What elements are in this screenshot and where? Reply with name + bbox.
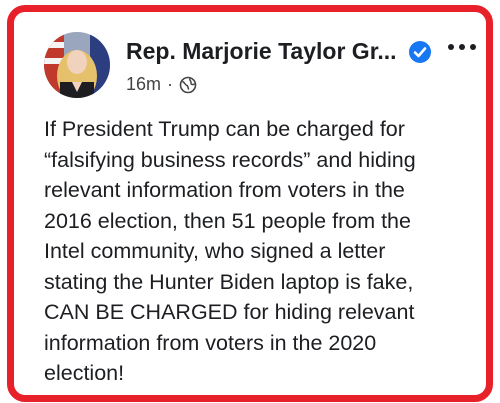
more-options-icon[interactable] [446, 34, 478, 60]
globe-icon[interactable] [179, 76, 197, 94]
post-timestamp[interactable]: 16m [126, 74, 161, 95]
post-text-line: “falsifying business records” and hiding [44, 147, 416, 172]
post-card-frame: Rep. Marjorie Taylor Gr... 16m · If Pres… [7, 5, 493, 402]
post-text-line: election! [44, 361, 125, 385]
post-text-line: relevant information from voters in the [44, 178, 405, 202]
meta-separator: · [167, 74, 174, 94]
post-header: Rep. Marjorie Taylor Gr... 16m · [44, 32, 476, 102]
avatar[interactable] [44, 32, 110, 98]
post-text-line: CAN BE CHARGED for hiding relevant [44, 300, 415, 324]
post-text-line: information from voters in the 2020 [44, 330, 377, 355]
post-text-line: 2016 election, then 51 people from the [44, 208, 411, 233]
post-text-line: If President Trump can be charged for [44, 117, 405, 141]
post-body: If President Trump can be charged for “f… [44, 114, 474, 389]
avatar-image [44, 32, 110, 98]
author-name[interactable]: Rep. Marjorie Taylor Gr... [126, 38, 397, 65]
post-text-line: Intel community, who signed a letter [44, 239, 386, 263]
post-text-line: stating the Hunter Biden laptop is fake, [44, 269, 414, 294]
post-meta: 16m · [126, 74, 197, 95]
verified-badge-icon [409, 41, 431, 63]
